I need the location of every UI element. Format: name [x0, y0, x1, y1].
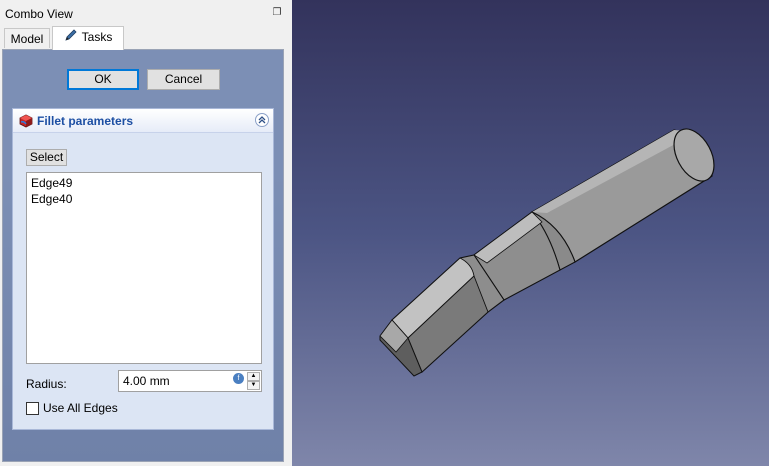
cancel-button[interactable]: Cancel — [147, 69, 220, 90]
edge-list[interactable]: Edge49 Edge40 — [26, 172, 262, 364]
fillet-parameters-panel: Fillet parameters Select Edge49 Edge40 R… — [12, 108, 274, 430]
float-window-icon[interactable]: ❐ — [272, 8, 282, 18]
tab-model[interactable]: Model — [4, 28, 50, 48]
list-item[interactable]: Edge40 — [31, 191, 257, 207]
combo-view-title: Combo View — [5, 7, 73, 21]
spin-down-icon[interactable]: ▼ — [247, 381, 260, 390]
ok-button[interactable]: OK — [67, 69, 139, 90]
tab-tasks[interactable]: Tasks — [52, 26, 124, 50]
tab-tasks-label: Tasks — [81, 30, 113, 44]
combo-view-titlebar: Combo View ❐ — [0, 4, 288, 24]
combo-view-panel: Combo View ❐ Model Tasks OK Cancel Fille… — [0, 0, 288, 466]
task-panel: OK Cancel Fillet parameters Select Edge4… — [2, 49, 284, 462]
select-button[interactable]: Select — [26, 149, 67, 166]
tab-model-label: Model — [10, 32, 44, 46]
radius-label: Radius: — [26, 377, 67, 391]
3d-viewport[interactable] — [292, 0, 769, 466]
fillet-icon — [18, 113, 34, 132]
use-all-edges-checkbox[interactable] — [26, 402, 39, 415]
pencil-icon — [64, 28, 78, 48]
spin-up-icon[interactable]: ▲ — [247, 372, 260, 381]
collapse-chevrons-icon[interactable] — [255, 113, 269, 127]
combo-view-tabs: Model Tasks — [2, 26, 286, 50]
fillet-parameters-header[interactable]: Fillet parameters — [13, 109, 273, 133]
part-model[interactable] — [292, 0, 769, 466]
fillet-parameters-title: Fillet parameters — [37, 114, 134, 128]
fillet-parameters-body: Select Edge49 Edge40 Radius: 4.00 mm f ▲… — [13, 133, 273, 429]
list-item[interactable]: Edge49 — [31, 175, 257, 191]
radius-value: 4.00 mm — [123, 374, 170, 388]
radius-input[interactable]: 4.00 mm f ▲ ▼ — [118, 370, 262, 392]
use-all-edges-label: Use All Edges — [43, 401, 118, 415]
formula-icon[interactable]: f — [233, 373, 244, 384]
